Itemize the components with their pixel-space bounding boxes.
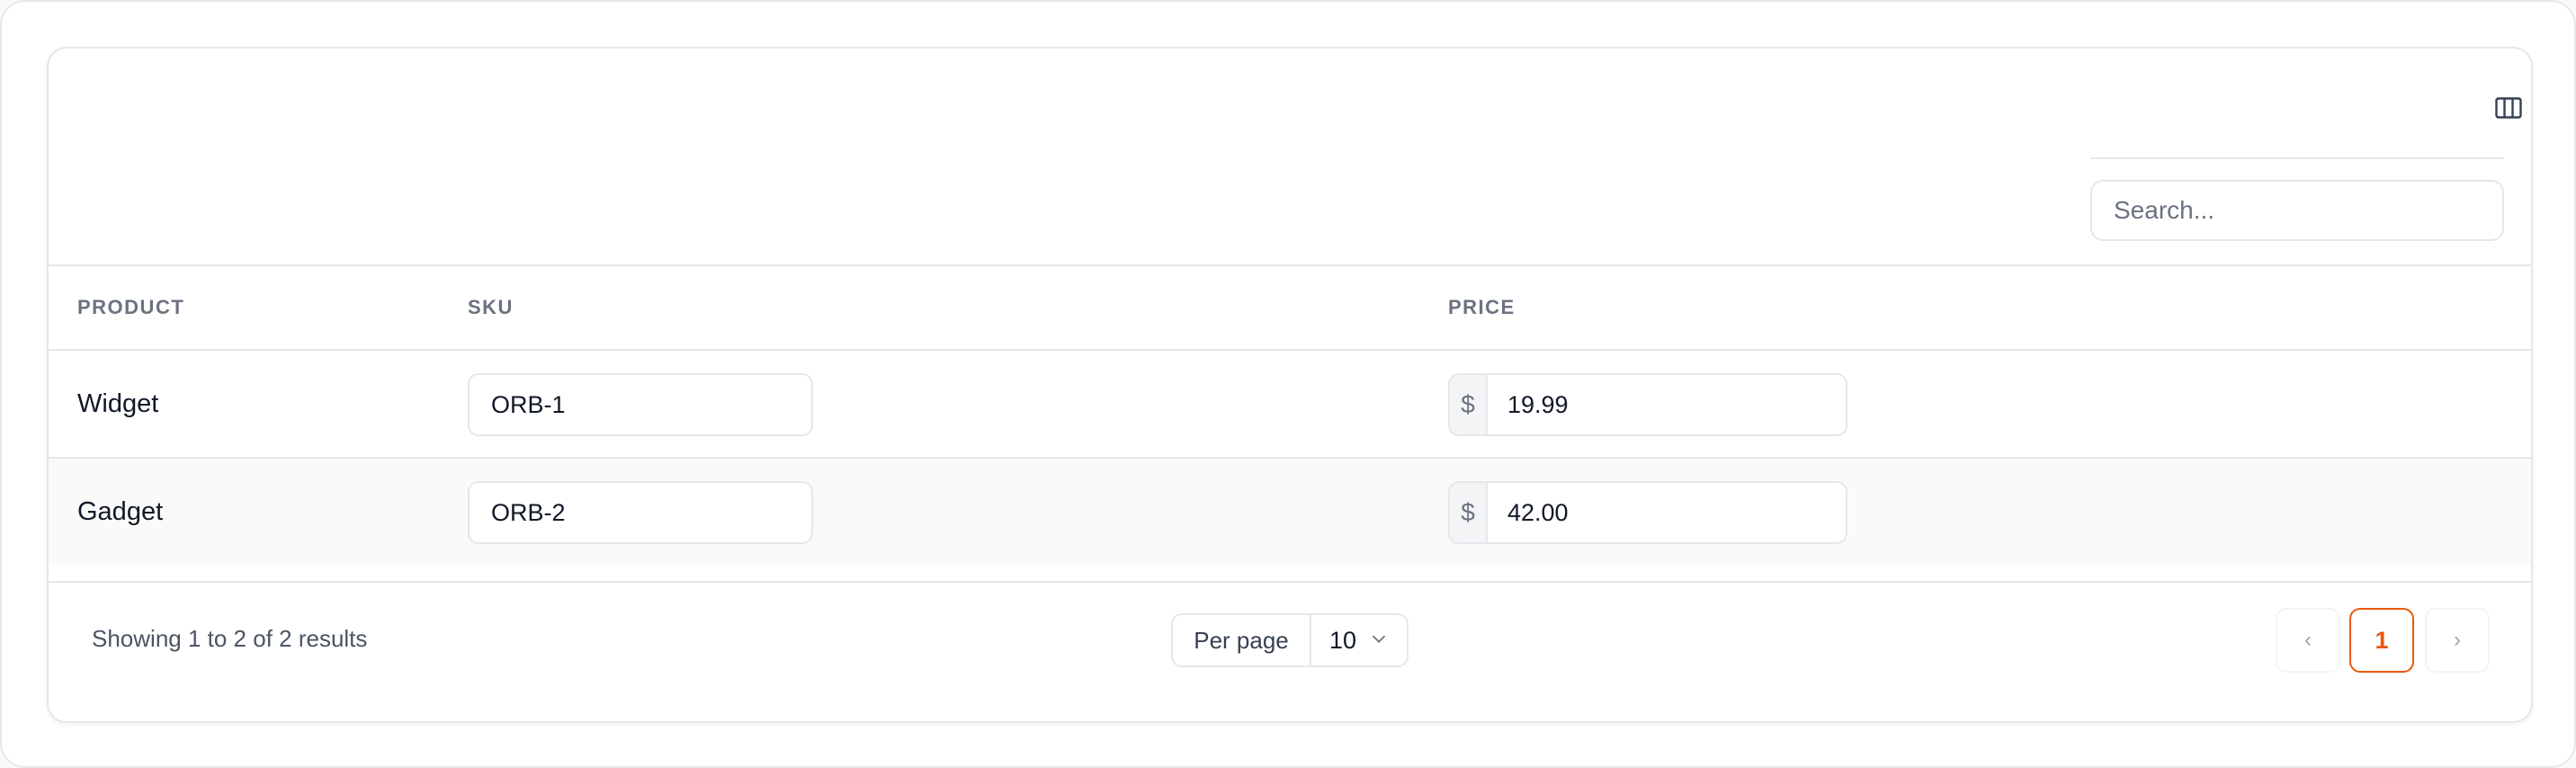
per-page-select[interactable]: 10 [1311,615,1407,665]
header-divider [2090,157,2504,159]
search-input[interactable] [2090,180,2504,241]
price-field: $ [1448,481,1847,544]
price-field: $ [1448,373,1847,436]
column-header-price[interactable]: PRICE [1448,266,1516,349]
price-input[interactable] [1488,483,1846,542]
pagination-prev-button[interactable]: ‹ [2276,608,2340,673]
pagination-next-button[interactable]: › [2425,608,2490,673]
per-page-value: 10 [1329,626,1357,654]
columns-icon [2495,97,2522,119]
product-name: Widget [77,388,159,418]
product-name: Gadget [77,496,164,526]
currency-prefix: $ [1450,375,1488,434]
sku-input[interactable] [468,481,813,544]
table-header-toolbar [49,49,2531,266]
table-row: Widget $ [49,351,2531,459]
sku-input[interactable] [468,373,813,436]
app-frame: PRODUCT SKU PRICE Widget $ Gadget $ Show… [0,0,2576,768]
pagination-page-1[interactable]: 1 [2349,608,2414,673]
per-page-label: Per page [1173,615,1311,665]
per-page-control: Per page 10 [1171,613,1409,667]
table-row: Gadget $ [49,459,2531,565]
chevron-down-icon [1369,629,1389,653]
column-header-sku[interactable]: SKU [468,266,514,349]
column-toggle-button[interactable] [2488,87,2529,129]
table-card: PRODUCT SKU PRICE Widget $ Gadget $ Show… [47,47,2533,723]
currency-prefix: $ [1450,483,1488,542]
price-input[interactable] [1488,375,1846,434]
table-footer: Showing 1 to 2 of 2 results Per page 10 … [49,581,2531,721]
table-head: PRODUCT SKU PRICE [49,266,2531,351]
column-header-product[interactable]: PRODUCT [77,266,184,349]
results-summary: Showing 1 to 2 of 2 results [92,625,368,652]
